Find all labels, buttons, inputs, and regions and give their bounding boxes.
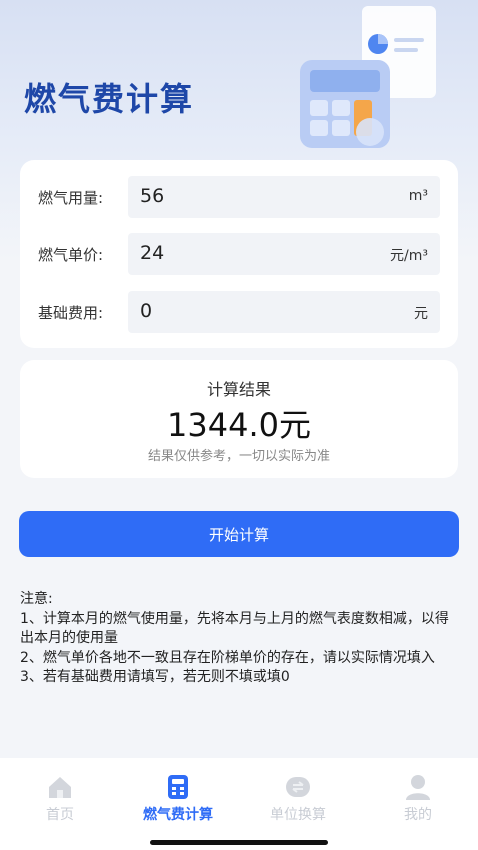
base-fee-row: 基础费用: 0 元: [20, 291, 458, 333]
unit-price-row: 燃气单价: 24 元/m³: [20, 233, 458, 275]
result-value: 1344.0元: [167, 406, 311, 444]
gas-usage-row: 燃气用量: 56 m³: [20, 176, 458, 218]
tab-home[interactable]: 首页: [10, 774, 110, 824]
bottom-tab-bar: 首页 燃气费计算 单位换算 我的: [0, 758, 478, 850]
gas-usage-label: 燃气用量:: [38, 189, 104, 207]
result-card: 计算结果 1344.0元 结果仅供参考，一切以实际为准: [20, 360, 458, 478]
result-title: 计算结果: [206, 380, 271, 399]
gas-usage-input[interactable]: 56 m³: [128, 176, 440, 218]
base-fee-label: 基础费用:: [38, 304, 104, 322]
notes-title: 注意:: [20, 591, 53, 607]
base-fee-value[interactable]: 0: [140, 300, 152, 322]
calculator-icon: [168, 775, 188, 799]
tab-unit-conversion[interactable]: 单位换算: [248, 774, 348, 824]
notes-line-3: 3、若有基础费用请填写，若无则不填或填0: [20, 669, 290, 685]
home-icon: [49, 777, 71, 798]
page-title: 燃气费计算: [24, 80, 195, 118]
tab-unit-conversion-label: 单位换算: [270, 807, 326, 823]
gas-usage-unit: m³: [408, 188, 428, 204]
unit-price-value[interactable]: 24: [140, 242, 164, 264]
tab-gas-calculator[interactable]: 燃气费计算: [128, 774, 228, 824]
user-icon: [406, 775, 430, 800]
result-note: 结果仅供参考，一切以实际为准: [147, 449, 330, 464]
notes-line-2: 2、燃气单价各地不一致且存在阶梯单价的存在，请以实际情况填入: [20, 649, 435, 666]
unit-price-label: 燃气单价:: [38, 246, 104, 264]
tab-gas-calculator-label: 燃气费计算: [143, 807, 213, 823]
calculator-illustration-icon: [300, 6, 436, 148]
unit-price-unit: 元/m³: [390, 248, 428, 264]
base-fee-unit: 元: [414, 306, 428, 322]
unit-price-input[interactable]: 24 元/m³: [128, 233, 440, 275]
gas-usage-value[interactable]: 56: [140, 185, 164, 207]
notes-section: 注意: 1、计算本月的燃气使用量，先将本月与上月的燃气表度数相减，以得出本月的使…: [20, 590, 458, 688]
home-indicator[interactable]: [150, 840, 328, 845]
convert-icon: [286, 777, 310, 797]
tab-home-label: 首页: [46, 807, 74, 823]
tab-profile-label: 我的: [404, 807, 432, 823]
start-calculate-button[interactable]: 开始计算: [19, 511, 459, 557]
notes-line-1: 1、计算本月的燃气使用量，先将本月与上月的燃气表度数相减，以得出本月的使用量: [20, 610, 449, 647]
tab-profile[interactable]: 我的: [368, 774, 468, 824]
input-form-card: 燃气用量: 56 m³ 燃气单价: 24 元/m³ 基础费用: 0 元: [20, 160, 458, 348]
base-fee-input[interactable]: 0 元: [128, 291, 440, 333]
